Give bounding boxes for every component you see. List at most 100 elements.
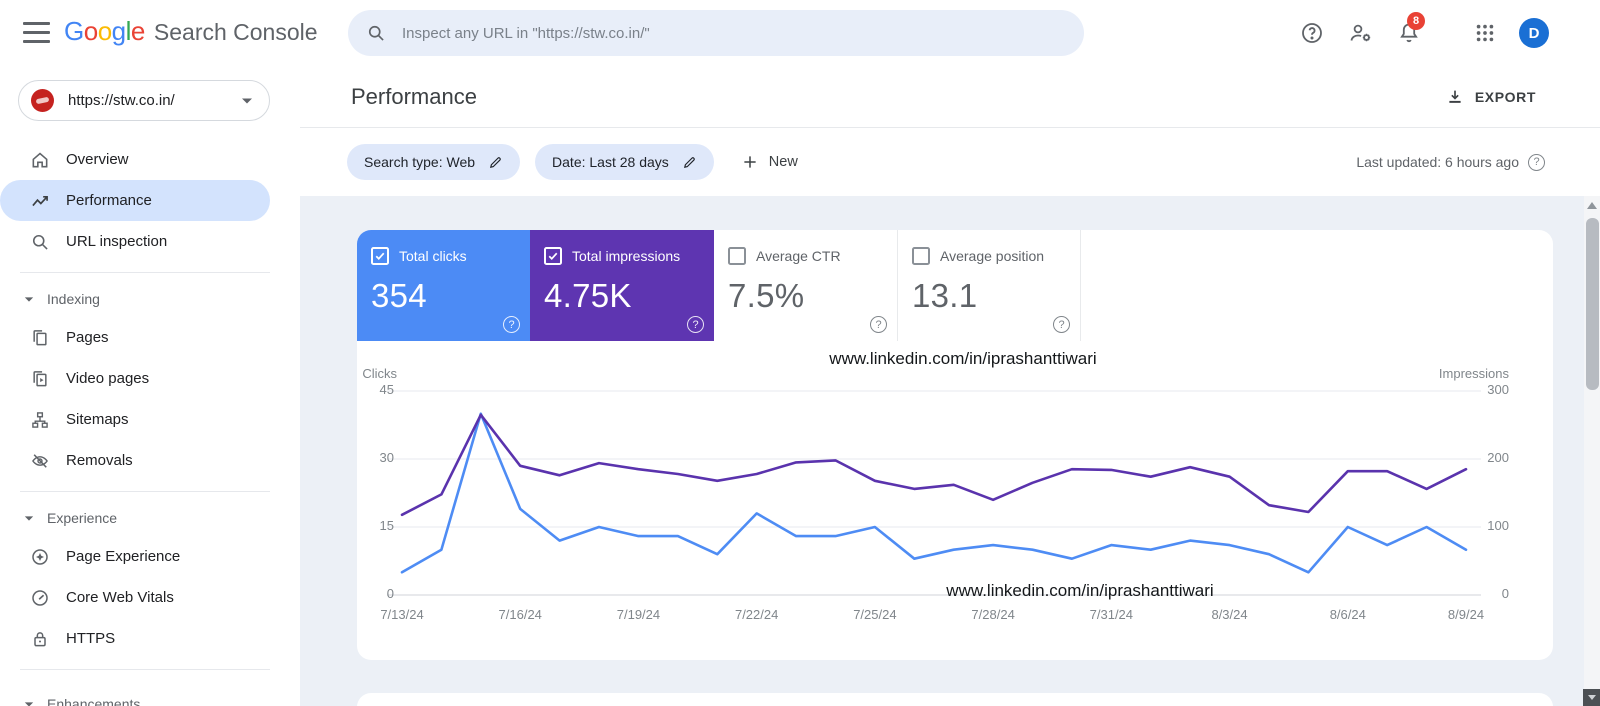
search-icon xyxy=(366,23,386,43)
sidebar-item-removals[interactable]: Removals xyxy=(0,440,270,481)
sidebar-item-core-web-vitals[interactable]: Core Web Vitals xyxy=(0,577,270,618)
sidebar-item-url-inspection[interactable]: URL inspection xyxy=(0,221,270,262)
metric-label: Average position xyxy=(940,248,1045,264)
sidebar-divider xyxy=(20,669,270,670)
help-circle-icon[interactable] xyxy=(503,316,520,333)
page-title: Performance xyxy=(351,84,477,109)
left-axis-tick: 30 xyxy=(379,450,394,465)
chevron-down-icon xyxy=(24,701,34,706)
metric-card-total-clicks[interactable]: Total clicks 354 xyxy=(357,230,530,341)
site-favicon xyxy=(31,89,54,112)
metric-value: 4.75K xyxy=(544,277,632,314)
sidebar-item-sitemaps[interactable]: Sitemaps xyxy=(0,399,270,440)
url-inspect-input[interactable] xyxy=(400,23,1070,43)
property-selector[interactable]: https://stw.co.in/ xyxy=(18,80,270,121)
google-apps-grid-icon[interactable] xyxy=(1472,20,1498,46)
help-circle-icon[interactable] xyxy=(1528,153,1545,171)
pencil-icon xyxy=(682,155,697,170)
sidebar-item-label: Pages xyxy=(66,329,109,346)
user-avatar[interactable]: D xyxy=(1519,18,1549,48)
sidebar-nav: Overview Performance URL inspection Inde… xyxy=(0,139,300,706)
help-circle-icon[interactable] xyxy=(687,316,704,333)
section-label: Indexing xyxy=(47,291,100,307)
notification-badge: 8 xyxy=(1407,12,1425,30)
app-logo[interactable]: Google Search Console xyxy=(64,16,318,47)
x-axis-tick: 7/28/24 xyxy=(971,607,1015,622)
sidebar-item-pages[interactable]: Pages xyxy=(0,317,270,358)
checkbox-checked-icon[interactable] xyxy=(371,247,389,265)
sidebar-divider xyxy=(20,272,270,273)
right-axis-tick: 300 xyxy=(1487,382,1509,397)
sidebar-section-enhancements[interactable]: Enhancements xyxy=(0,686,300,706)
sidebar-item-page-experience[interactable]: Page Experience xyxy=(0,536,270,577)
scrollbar-up-arrow[interactable] xyxy=(1587,202,1597,209)
scrollbar-thumb[interactable] xyxy=(1586,218,1599,390)
x-axis-tick: 8/3/24 xyxy=(1211,607,1248,622)
manage-users-icon[interactable] xyxy=(1348,20,1374,46)
metric-card-average-ctr[interactable]: Average CTR 7.5% xyxy=(714,230,898,341)
checkbox-unchecked-icon[interactable] xyxy=(728,247,746,265)
sidebar-item-label: Performance xyxy=(66,192,152,209)
clicks-impressions-chart[interactable]: 45 30 15 0 300 200 100 0 7/13/24 7/16/24 7/19/24… xyxy=(357,380,1553,642)
google-search-console-app: Google Search Console 8 D https://stw.co… xyxy=(0,0,1600,706)
last-updated: Last updated: 6 hours ago xyxy=(1356,128,1545,196)
help-circle-icon[interactable] xyxy=(1053,316,1070,333)
chevron-down-icon xyxy=(24,296,34,303)
lock-icon xyxy=(30,629,50,649)
watermark-text: www.linkedin.com/in/iprashanttiwari xyxy=(946,581,1214,600)
home-icon xyxy=(30,150,50,170)
new-filter-button[interactable]: New xyxy=(741,153,798,171)
date-range-chip[interactable]: Date: Last 28 days xyxy=(535,144,714,180)
hamburger-menu-icon[interactable] xyxy=(23,22,50,44)
left-axis-title: Clicks xyxy=(362,366,397,381)
scrollbar-down-arrow[interactable] xyxy=(1583,689,1600,706)
sidebar-item-https[interactable]: HTTPS xyxy=(0,618,270,659)
url-inspect-searchbar[interactable] xyxy=(348,10,1084,56)
metric-card-average-position[interactable]: Average position 13.1 xyxy=(898,230,1081,341)
pages-icon xyxy=(30,328,50,348)
help-circle-icon[interactable] xyxy=(870,316,887,333)
checkbox-unchecked-icon[interactable] xyxy=(912,247,930,265)
section-label: Experience xyxy=(47,510,118,526)
x-axis-tick: 7/19/24 xyxy=(616,607,661,622)
sidebar-item-label: Overview xyxy=(66,151,129,168)
right-axis-tick: 0 xyxy=(1501,586,1509,601)
x-axis-tick: 7/13/24 xyxy=(380,607,424,622)
metric-value: 354 xyxy=(371,277,427,314)
report-header: Performance EXPORT xyxy=(300,66,1600,128)
x-axis-tick: 7/16/24 xyxy=(498,607,542,622)
metric-label: Average CTR xyxy=(756,248,841,264)
chevron-down-icon xyxy=(24,515,34,522)
plus-icon xyxy=(741,153,759,171)
sidebar-item-video-pages[interactable]: Video pages xyxy=(0,358,270,399)
product-name: Search Console xyxy=(153,19,318,45)
sidebar-item-overview[interactable]: Overview xyxy=(0,139,270,180)
section-label: Enhancements xyxy=(47,696,141,706)
performance-chart-panel: Total clicks 354 Total impressions 4.75K xyxy=(357,230,1553,660)
right-axis-title: Impressions xyxy=(1438,366,1509,381)
sidebar-section-experience[interactable]: Experience xyxy=(0,500,300,536)
pencil-icon xyxy=(488,155,503,170)
series-line-clicks xyxy=(400,412,1468,574)
left-axis-tick: 0 xyxy=(386,586,394,601)
sidebar-section-indexing[interactable]: Indexing xyxy=(0,281,300,317)
help-icon[interactable] xyxy=(1299,20,1325,46)
chart-plot-area[interactable] xyxy=(357,380,1553,610)
sidebar-item-label: URL inspection xyxy=(66,233,168,250)
search-type-chip[interactable]: Search type: Web xyxy=(347,144,521,180)
sidebar-item-label: Video pages xyxy=(66,370,150,387)
speedometer-icon xyxy=(30,588,50,608)
chip-label: Search type: Web xyxy=(364,154,476,170)
metric-card-total-impressions[interactable]: Total impressions 4.75K xyxy=(530,230,714,341)
checkbox-checked-icon[interactable] xyxy=(544,247,562,265)
watermark-text: www.linkedin.com/in/iprashanttiwari xyxy=(829,349,1097,368)
export-button[interactable]: EXPORT xyxy=(1446,66,1536,128)
right-axis-tick: 200 xyxy=(1487,450,1509,465)
metric-value: 7.5% xyxy=(728,277,805,314)
sidebar-item-performance[interactable]: Performance xyxy=(0,180,270,221)
chevron-down-icon xyxy=(241,97,253,105)
sidebar-item-label: Core Web Vitals xyxy=(66,589,174,606)
download-icon xyxy=(1446,88,1464,106)
right-axis-tick: 100 xyxy=(1487,518,1509,533)
google-logo-text: Google xyxy=(64,16,145,46)
